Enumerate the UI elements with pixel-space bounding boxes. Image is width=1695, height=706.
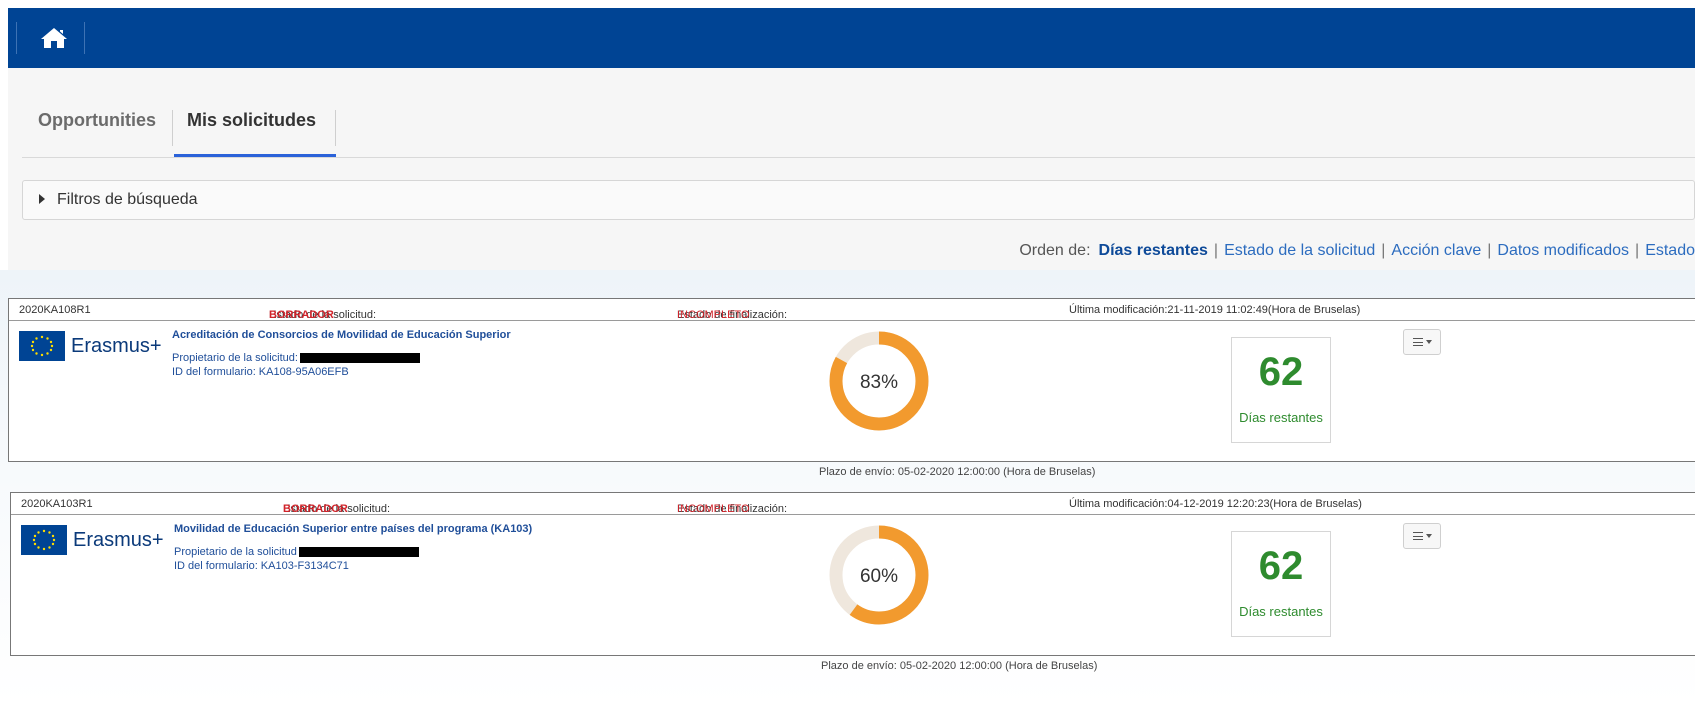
portal-header-area: Opportunities Mis solicitudes Filtros de… bbox=[0, 0, 1695, 270]
status-value: BORRADOR bbox=[283, 503, 348, 515]
application-card-header: 2020KA103R1 Estado de la solicitud: BORRA… bbox=[11, 493, 1695, 515]
status-value: BORRADOR bbox=[269, 309, 334, 321]
days-remaining-box: 62 Días restantes bbox=[1231, 337, 1331, 443]
active-tab-indicator bbox=[174, 154, 336, 157]
erasmus-logo-text: Erasmus+ bbox=[71, 334, 162, 357]
days-remaining-box: 62 Días restantes bbox=[1231, 531, 1331, 637]
application-card-body: Erasmus+ Movilidad de Educación Superior… bbox=[11, 515, 1695, 672]
eu-flag-icon bbox=[19, 331, 65, 361]
completion-donut-chart: 83% bbox=[829, 331, 929, 431]
days-remaining-count: 62 bbox=[1258, 544, 1304, 588]
sort-option-accion-clave[interactable]: Acción clave bbox=[1391, 242, 1481, 259]
days-remaining-label: Días restantes bbox=[1239, 410, 1323, 425]
last-modified: Última modificación:21-11-2019 11:02:49(… bbox=[1069, 304, 1361, 316]
caret-down-icon bbox=[1425, 534, 1432, 538]
eu-flag-icon bbox=[21, 525, 67, 555]
form-id: ID del formulario: KA108-95A06EFB bbox=[172, 366, 349, 378]
top-navigation-bar bbox=[8, 8, 1695, 68]
form-id: ID del formulario: KA103-F3134C71 bbox=[174, 560, 349, 572]
filters-label: Filtros de búsqueda bbox=[57, 191, 198, 208]
application-card: 2020KA108R1 Estado de la solicitud: BORRA… bbox=[8, 298, 1695, 478]
progress-percent: 60% bbox=[860, 566, 898, 587]
progress-percent: 83% bbox=[860, 372, 898, 393]
tab-divider bbox=[172, 110, 173, 146]
topbar-divider bbox=[16, 22, 17, 54]
sort-option-estado-solicitud[interactable]: Estado de la solicitud bbox=[1224, 242, 1375, 259]
erasmus-logo: Erasmus+ bbox=[21, 523, 169, 557]
completion-value: INCOMPLETO bbox=[677, 503, 750, 515]
owner-field: Propietario de la solicitud: bbox=[172, 352, 420, 364]
days-remaining-count: 62 bbox=[1258, 350, 1304, 394]
application-code: 2020KA108R1 bbox=[19, 304, 91, 316]
tab-mis-solicitudes[interactable]: Mis solicitudes bbox=[187, 110, 316, 131]
completion-donut-chart: 60% bbox=[829, 525, 929, 625]
application-card-header: 2020KA108R1 Estado de la solicitud: BORRA… bbox=[9, 299, 1695, 321]
search-filters-toggle[interactable]: Filtros de búsqueda bbox=[22, 180, 1695, 220]
tab-opportunities[interactable]: Opportunities bbox=[38, 110, 156, 131]
hamburger-menu-icon bbox=[1412, 532, 1423, 540]
tab-divider bbox=[335, 110, 336, 146]
application-card-body: Erasmus+ Acreditación de Consorcios de M… bbox=[9, 321, 1695, 478]
redacted-owner bbox=[298, 547, 419, 558]
sort-option-datos-modificados[interactable]: Datos modificados bbox=[1497, 242, 1629, 259]
owner-label: Propietario de la solicitud bbox=[174, 546, 297, 558]
actions-menu-button[interactable] bbox=[1403, 329, 1441, 355]
owner-label: Propietario de la solicitud: bbox=[172, 352, 298, 364]
sort-option-dias-restantes[interactable]: Días restantes bbox=[1099, 242, 1208, 259]
sort-prefix: Orden de: bbox=[1019, 242, 1091, 259]
content-area: Opportunities Mis solicitudes Filtros de… bbox=[8, 68, 1695, 270]
actions-menu-button[interactable] bbox=[1403, 523, 1441, 549]
owner-field: Propietario de la solicitud bbox=[174, 546, 419, 558]
topbar-divider bbox=[84, 22, 85, 54]
erasmus-logo: Erasmus+ bbox=[19, 329, 167, 363]
tab-bar: Opportunities Mis solicitudes bbox=[22, 88, 1695, 158]
redacted-owner bbox=[299, 353, 420, 364]
caret-down-icon bbox=[1425, 340, 1432, 344]
application-code: 2020KA103R1 bbox=[21, 498, 93, 510]
last-modified: Última modificación:04-12-2019 12:20:23(… bbox=[1069, 498, 1362, 510]
days-remaining-label: Días restantes bbox=[1239, 604, 1323, 619]
hamburger-menu-icon bbox=[1412, 338, 1423, 346]
caret-right-icon bbox=[39, 194, 45, 204]
application-card: 2020KA103R1 Estado de la solicitud: BORRA… bbox=[10, 492, 1695, 672]
submission-deadline: Plazo de envío: 05-02-2020 12:00:00 (Hor… bbox=[821, 660, 1098, 672]
home-icon bbox=[41, 28, 67, 48]
sort-bar: Orden de: Días restantes | Estado de la sol… bbox=[1019, 242, 1695, 259]
completion-value: INCOMPLETO bbox=[677, 309, 750, 321]
submission-deadline: Plazo de envío: 05-02-2020 12:00:00 (Hor… bbox=[819, 466, 1096, 478]
home-button[interactable] bbox=[30, 22, 78, 54]
application-title-link[interactable]: Acreditación de Consorcios de Movilidad … bbox=[172, 329, 511, 341]
sort-option-estado[interactable]: Estado bbox=[1645, 242, 1695, 259]
application-title-link[interactable]: Movilidad de Educación Superior entre pa… bbox=[174, 523, 532, 535]
erasmus-logo-text: Erasmus+ bbox=[73, 528, 164, 551]
